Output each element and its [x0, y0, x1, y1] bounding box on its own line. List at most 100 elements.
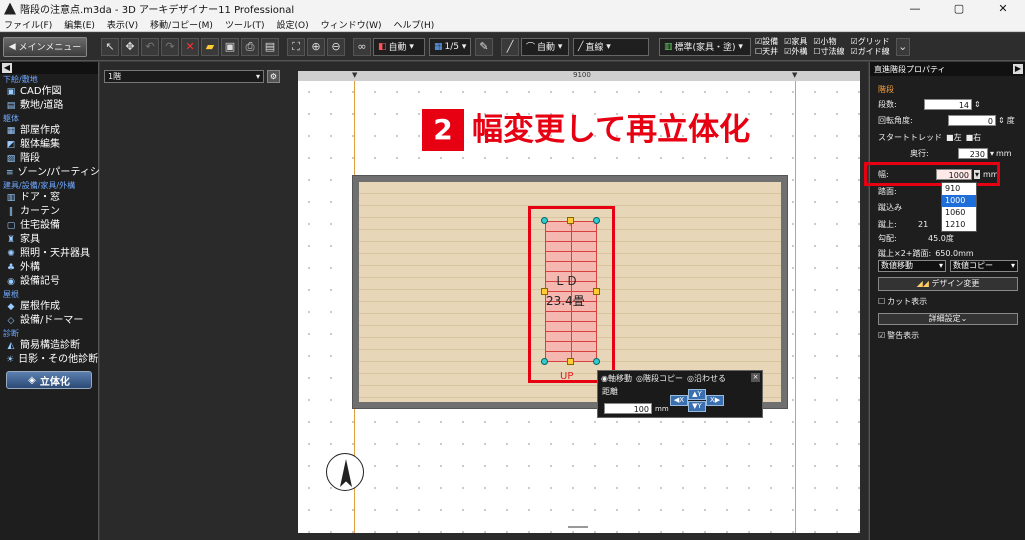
width-option[interactable]: 1210 — [942, 219, 976, 231]
check-furniture[interactable]: ☑家具 — [784, 37, 807, 47]
fit-view-icon[interactable]: ⛶ — [287, 37, 305, 56]
width-option[interactable]: 910 — [942, 183, 976, 195]
check-dimension-lines[interactable]: ☐寸法線 — [813, 47, 844, 57]
cut-view-checkbox[interactable]: ☐ — [878, 297, 885, 306]
angle-spinner-icon[interactable]: ⇕ — [998, 116, 1005, 125]
steps-input[interactable]: 14 — [924, 99, 972, 110]
snap-mode-select[interactable]: ◧ 自動 ▾ — [373, 37, 425, 56]
menu-file[interactable]: ファイル(F) — [4, 18, 52, 31]
collapse-left-icon[interactable]: ◀ — [2, 63, 12, 73]
collapse-right-icon[interactable]: ▶ — [1013, 64, 1023, 74]
total-value: 650.0mm — [935, 249, 974, 258]
left-tool-item[interactable]: ♣ 外構 — [0, 261, 98, 275]
redo-icon[interactable]: ↷ — [161, 37, 179, 56]
left-tool-item[interactable]: ◆ 屋根作成 — [0, 300, 98, 314]
move-up-icon[interactable]: ▲Y — [688, 389, 706, 400]
print-icon[interactable]: ⎙ — [241, 37, 259, 56]
menu-view[interactable]: 表示(V) — [107, 18, 138, 31]
main-menu-button[interactable]: ◀ メインメニュー — [3, 36, 87, 57]
move-select[interactable]: 数値移動 ▾ — [878, 260, 946, 272]
check-exterior[interactable]: ☑外構 — [784, 47, 807, 57]
display-checks-1[interactable]: ☑設備 ☐天井 — [755, 37, 778, 57]
scale-select[interactable]: ▦ 1/5 ▾ — [429, 37, 471, 56]
depth-dropdown-icon[interactable]: ▾ — [990, 149, 994, 158]
link-icon[interactable]: ∞ — [353, 37, 371, 56]
display-checks-4[interactable]: ☑グリッド ☑ガイド線 — [851, 37, 890, 57]
left-tool-item[interactable]: ♜ 家具 — [0, 233, 98, 247]
left-tool-item[interactable]: ▣ CAD作図 — [0, 85, 98, 99]
distance-input[interactable]: 100 — [604, 403, 652, 414]
move-left-icon[interactable]: ◀X — [670, 395, 688, 406]
width-option-selected[interactable]: 1000 — [942, 195, 976, 207]
check-equipment[interactable]: ☑設備 — [755, 37, 778, 47]
display-checks-3[interactable]: ☑小物 ☐寸法線 — [813, 37, 844, 57]
rittai-button[interactable]: ◈ 立体化 — [6, 371, 92, 389]
close-button[interactable]: ✕ — [981, 0, 1025, 17]
left-tool-item[interactable]: ▨ 階段 — [0, 152, 98, 166]
multi-select-icon[interactable]: ✥ — [121, 37, 139, 56]
menu-settings[interactable]: 設定(O) — [276, 18, 308, 31]
option-stair-copy[interactable]: ◎階段コピー — [636, 373, 683, 384]
left-tool-item[interactable]: ▤ 敷地/道路 — [0, 99, 98, 113]
cut-view-row[interactable]: ☐ カット表示 — [878, 296, 927, 307]
left-tool-item[interactable]: ◉ 設備記号 — [0, 275, 98, 289]
design-change-button[interactable]: ◢◢ デザイン変更 — [878, 277, 1018, 291]
zoom-in-icon[interactable]: ⊕ — [307, 37, 325, 56]
left-tool-item[interactable]: ▥ ドア・窓 — [0, 191, 98, 205]
ruler-tool-icon[interactable]: ╱ — [501, 37, 519, 56]
menu-edit[interactable]: 編集(E) — [64, 18, 95, 31]
image-icon[interactable]: ▤ — [261, 37, 279, 56]
width-option[interactable]: 1060 — [942, 207, 976, 219]
left-tool-item[interactable]: ◩ 躯体編集 — [0, 138, 98, 152]
start-right-check[interactable]: ■右 — [966, 132, 982, 143]
check-small-items[interactable]: ☑小物 — [813, 37, 844, 47]
minimize-button[interactable]: — — [893, 0, 937, 17]
line-type-select[interactable]: ╱ 直線 ▾ — [573, 37, 649, 56]
left-tool-item[interactable]: ☀ 日影・その他診断 — [0, 353, 98, 367]
maximize-button[interactable]: ▢ — [937, 0, 981, 17]
left-tool-item[interactable]: ‖ カーテン — [0, 205, 98, 219]
plan-canvas[interactable]: ↑ ＬＤ 23.4畳 UP ◉軸移動 ◎階段コピー ◎沿わせる 距離 100 m… — [298, 81, 860, 533]
display-mode-select[interactable]: ▥ 標準(家具・塗) ▾ — [659, 37, 751, 56]
steps-spinner-icon[interactable]: ⇕ — [974, 100, 981, 109]
save-icon[interactable]: ▣ — [221, 37, 239, 56]
move-right-icon[interactable]: X▶ — [706, 395, 724, 406]
left-tool-item[interactable]: ≡ ゾーン/パーティション — [0, 166, 120, 180]
left-tool-item[interactable]: ◇ 設備/ドーマー — [0, 314, 98, 328]
option-align[interactable]: ◎沿わせる — [687, 373, 726, 384]
total-row: 蹴上×2+踏面: 650.0mm — [878, 248, 974, 259]
select-arrow-icon[interactable]: ↖ — [101, 37, 119, 56]
left-tool-item[interactable]: ✺ 照明・天井器具 — [0, 247, 98, 261]
undo-icon[interactable]: ↶ — [141, 37, 159, 56]
open-folder-icon[interactable]: ▰ — [201, 37, 219, 56]
check-ceiling[interactable]: ☐天井 — [755, 47, 778, 57]
start-left-check[interactable]: ■左 — [946, 132, 962, 143]
menu-move-copy[interactable]: 移動/コピー(M) — [150, 18, 213, 31]
copy-select[interactable]: 数値コピー ▾ — [950, 260, 1018, 272]
menu-tools[interactable]: ツール(T) — [225, 18, 265, 31]
angle-input[interactable]: 0 — [948, 115, 996, 126]
left-tool-item[interactable]: ▢ 住宅設備 — [0, 219, 98, 233]
bottom-scroll-grip[interactable] — [568, 526, 588, 528]
popup-close-icon[interactable]: × — [751, 373, 760, 382]
layer-settings-icon[interactable]: ⚙ — [267, 70, 280, 83]
zoom-out-icon[interactable]: ⊖ — [327, 37, 345, 56]
line-mode-select[interactable]: ⌒ 自動 ▾ — [521, 37, 569, 56]
menu-help[interactable]: ヘルプ(H) — [394, 18, 435, 31]
option-axis-move[interactable]: ◉軸移動 — [601, 373, 632, 384]
detail-settings-button[interactable]: 詳細設定⌄ — [878, 313, 1018, 325]
left-tool-item[interactable]: ◭ 簡易構造診断 — [0, 339, 98, 353]
warning-checkbox[interactable]: ☑ — [878, 331, 885, 340]
depth-input[interactable]: 230 — [958, 148, 988, 159]
move-down-icon[interactable]: ▼Y — [688, 401, 706, 412]
expand-chevron-icon[interactable]: ⌄ — [895, 37, 910, 56]
display-checks-2[interactable]: ☑家具 ☑外構 — [784, 37, 807, 57]
menu-window[interactable]: ウィンドウ(W) — [321, 18, 382, 31]
warning-row[interactable]: ☑ 警告表示 — [878, 330, 919, 341]
floor-select[interactable]: 1階 ▾ — [104, 70, 264, 83]
check-guide-lines[interactable]: ☑ガイド線 — [851, 47, 890, 57]
delete-icon[interactable]: ✕ — [181, 37, 199, 56]
left-tool-item[interactable]: ▦ 部屋作成 — [0, 124, 98, 138]
check-grid[interactable]: ☑グリッド — [851, 37, 890, 47]
stamp-icon[interactable]: ✎ — [475, 37, 493, 56]
